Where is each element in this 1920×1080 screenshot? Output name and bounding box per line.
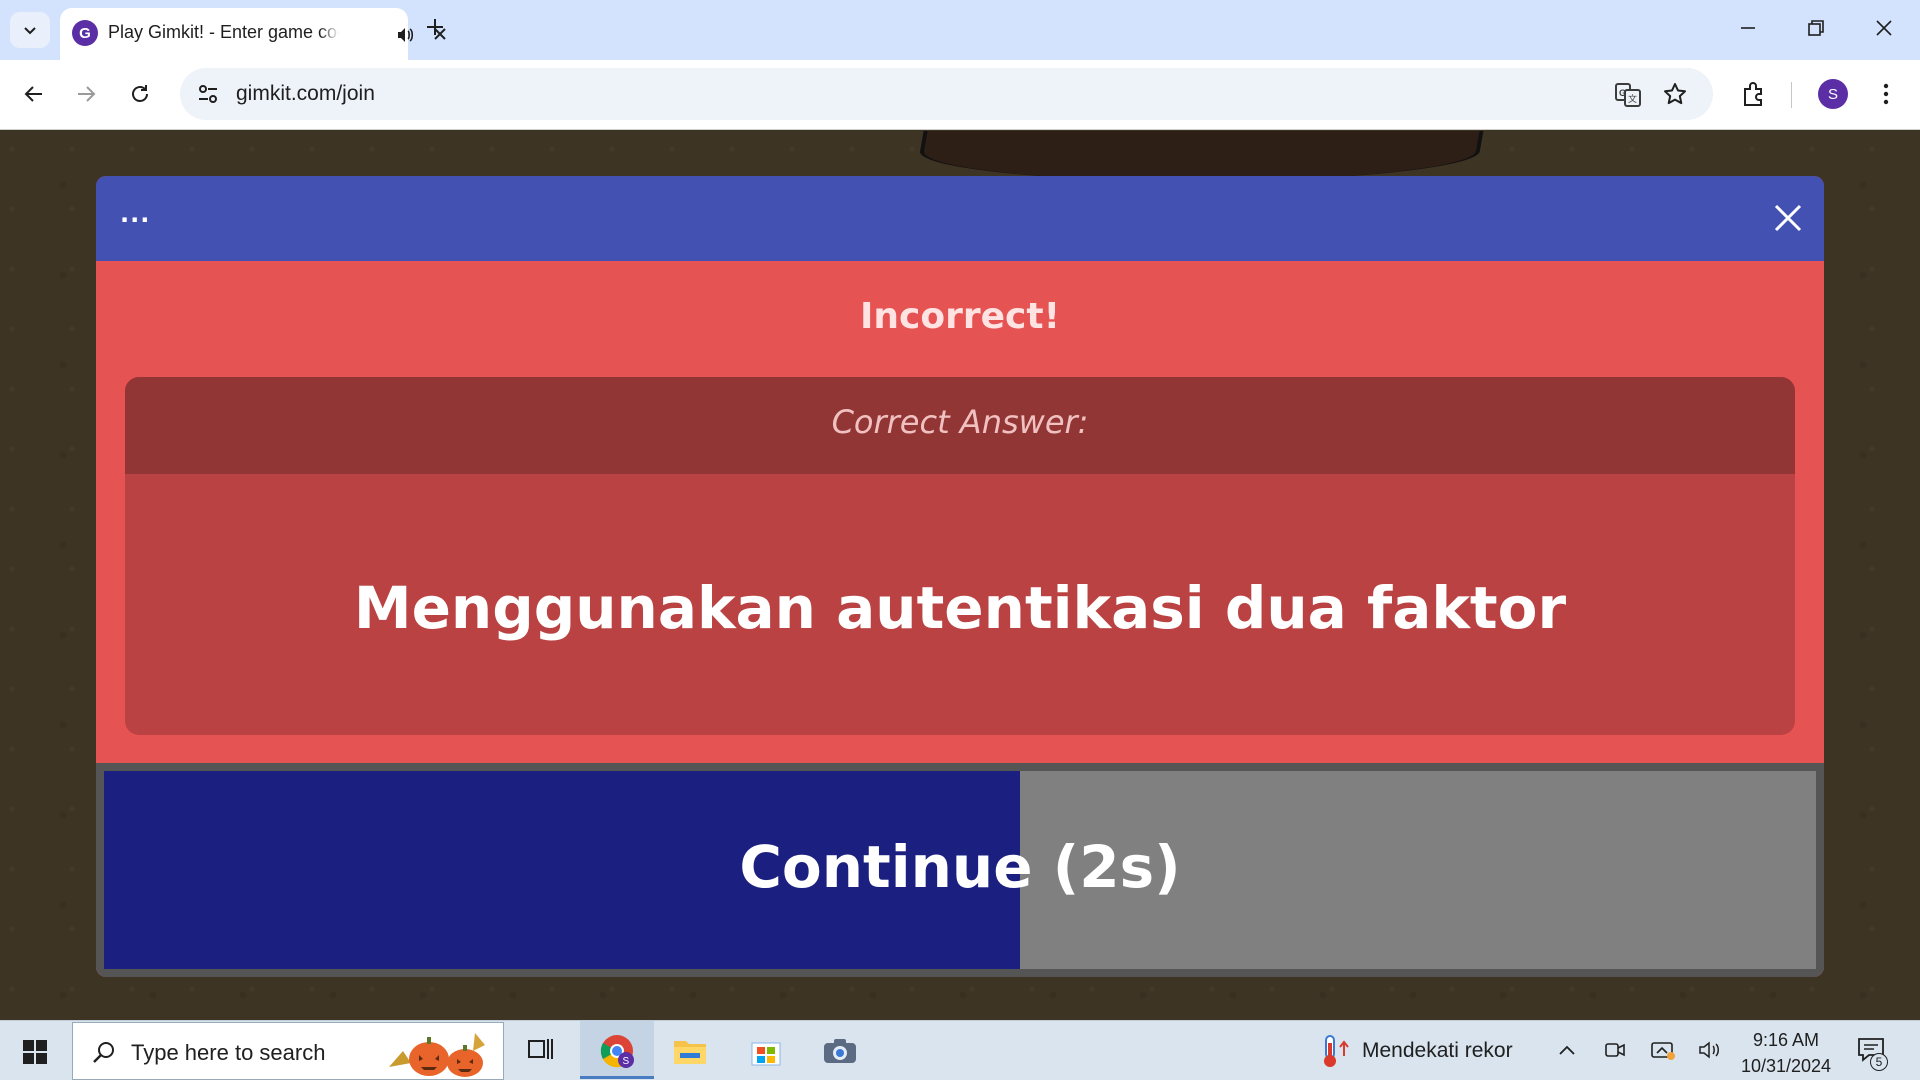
plus-icon[interactable] bbox=[424, 16, 446, 38]
profile-avatar[interactable]: S bbox=[1818, 79, 1848, 109]
chrome-taskbar-button-active[interactable]: S bbox=[580, 1021, 654, 1079]
url-text[interactable]: gimkit.com/join bbox=[236, 82, 375, 106]
close-icon[interactable] bbox=[1770, 200, 1806, 236]
chevron-up-icon[interactable] bbox=[1556, 1039, 1578, 1061]
svg-text:S: S bbox=[623, 1056, 630, 1067]
bookmark-star-icon[interactable] bbox=[1662, 81, 1688, 107]
chrome-icon: S bbox=[600, 1035, 634, 1068]
chevron-down-icon bbox=[24, 27, 36, 35]
microsoft-store-icon[interactable] bbox=[748, 1033, 784, 1069]
gimkit-page: ... Incorrect! Correct Answer: Menggunak… bbox=[0, 131, 1920, 1020]
minimize-icon[interactable] bbox=[1738, 18, 1758, 38]
continue-button[interactable]: Continue (2s) bbox=[104, 771, 1816, 969]
result-title: Incorrect! bbox=[860, 296, 1060, 337]
notification-count-badge: 5 bbox=[1870, 1053, 1888, 1071]
network-icon[interactable] bbox=[1650, 1039, 1676, 1061]
toolbar-divider bbox=[1791, 82, 1792, 108]
modal-header: ... bbox=[96, 176, 1824, 261]
svg-text:G: G bbox=[1619, 88, 1626, 98]
continue-button-frame: Continue (2s) bbox=[96, 763, 1824, 977]
answer-feedback-modal: ... Incorrect! Correct Answer: Menggunak… bbox=[96, 176, 1824, 977]
windows-taskbar: Type here to search S Mendekati rekor 9:… bbox=[0, 1020, 1920, 1080]
windows-start-icon[interactable] bbox=[22, 1039, 48, 1065]
clock-time: 9:16 AM bbox=[1752, 1030, 1820, 1050]
browser-toolbar: gimkit.com/join G 文 S bbox=[0, 60, 1920, 130]
camera-icon[interactable] bbox=[822, 1035, 858, 1067]
answer-label-bar: Correct Answer: bbox=[125, 377, 1795, 474]
site-settings-icon[interactable] bbox=[196, 82, 220, 106]
browser-tab-active[interactable]: G Play Gimkit! - Enter game code bbox=[60, 8, 446, 60]
volume-icon[interactable] bbox=[1698, 1039, 1722, 1061]
continue-label: Continue (2s) bbox=[739, 833, 1181, 901]
thermometer-hot-icon bbox=[1324, 1035, 1349, 1067]
halloween-pumpkins-icon bbox=[389, 1033, 485, 1077]
speaker-icon[interactable] bbox=[396, 26, 414, 44]
taskbar-search-box[interactable]: Type here to search bbox=[72, 1022, 504, 1080]
translate-icon[interactable]: G 文 bbox=[1614, 81, 1642, 109]
back-arrow-icon[interactable] bbox=[22, 82, 46, 106]
weather-text[interactable]: Mendekati rekor bbox=[1362, 1039, 1513, 1063]
forward-arrow-icon[interactable] bbox=[74, 82, 98, 106]
svg-text:文: 文 bbox=[1628, 93, 1637, 105]
browser-tabstrip: G Play Gimkit! - Enter game code bbox=[0, 0, 1920, 60]
extensions-puzzle-icon[interactable] bbox=[1740, 80, 1768, 108]
more-options-icon[interactable]: ... bbox=[120, 200, 150, 228]
gimkit-favicon-icon: G bbox=[72, 20, 98, 46]
tab-title: Play Gimkit! - Enter game code bbox=[108, 22, 358, 42]
background-decoration bbox=[914, 131, 1486, 181]
answer-label: Correct Answer: bbox=[831, 403, 1089, 441]
kebab-menu-icon[interactable] bbox=[1876, 80, 1896, 108]
tab-search-button[interactable] bbox=[10, 12, 50, 48]
correct-answer-text: Menggunakan autentikasi dua faktor bbox=[353, 574, 1567, 642]
clock-date: 10/31/2024 bbox=[1740, 1056, 1832, 1076]
meet-now-icon[interactable] bbox=[1604, 1039, 1626, 1061]
search-placeholder: Type here to search bbox=[131, 1040, 326, 1065]
task-view-icon[interactable] bbox=[526, 1035, 554, 1063]
search-icon bbox=[93, 1042, 114, 1063]
restore-icon[interactable] bbox=[1806, 18, 1826, 38]
system-clock[interactable]: 9:16 AM 10/31/2024 bbox=[1730, 1027, 1842, 1079]
address-bar[interactable]: gimkit.com/join G 文 bbox=[180, 68, 1713, 120]
window-close-icon[interactable] bbox=[1874, 18, 1894, 38]
file-explorer-icon[interactable] bbox=[672, 1035, 708, 1067]
correct-answer-box: Correct Answer: Menggunakan autentikasi … bbox=[125, 377, 1795, 735]
reload-icon[interactable] bbox=[128, 82, 152, 106]
